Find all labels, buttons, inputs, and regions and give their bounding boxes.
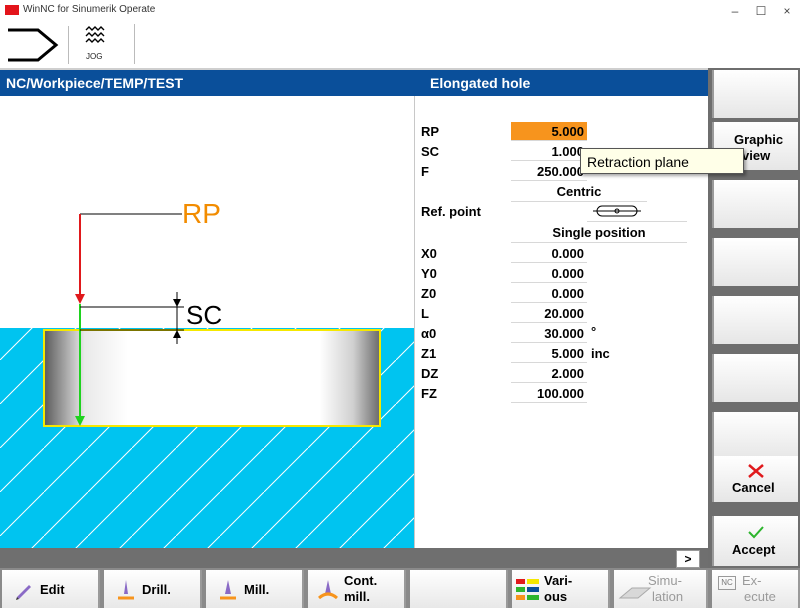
z1-label: Z1 [421,346,437,361]
various-label-2: ous [544,589,568,604]
jog-wave-icon [85,26,105,43]
contour-mill-softkey[interactable]: Cont. mill. [308,570,406,608]
slot-cutout [43,329,381,427]
retraction-plane-tooltip: Retraction plane [580,148,744,174]
contour-mill-label-1: Cont. [344,573,378,588]
execute-softkey[interactable]: NC Ex- ecute [712,570,800,608]
softkey-h5[interactable] [410,570,508,608]
various-icon [516,579,539,600]
softkey-v4[interactable] [712,238,798,286]
drill-softkey[interactable]: Drill. [104,570,202,608]
sc-label: SC [421,144,440,159]
y0-label: Y0 [421,266,437,281]
status-bar [0,548,708,568]
x0-label: X0 [421,246,437,261]
rp-diagram-label: RP [182,198,221,229]
maximize-button[interactable]: ☐ [750,2,772,20]
graphic-view-label-1: Graphic [734,132,784,147]
simulation-softkey[interactable]: Simu- lation [614,570,708,608]
z0-label: Z0 [421,286,437,301]
l-input[interactable]: 20.000 [511,304,587,323]
softkey-v3[interactable] [712,180,798,228]
z1-input[interactable]: 5.000 [511,344,587,363]
rp-input[interactable]: 5.000 [511,122,587,141]
sc-input[interactable]: 1.000 [511,142,587,161]
position-mode-select[interactable]: Single position [511,223,687,243]
jog-mode-button[interactable] [70,24,135,64]
ref-point-label: Ref. point [421,204,481,219]
jog-mode-label: JOG [86,52,103,61]
fz-input[interactable]: 100.000 [511,384,587,403]
x0-input[interactable]: 0.000 [511,244,587,263]
execute-nc-icon: NC [718,576,736,590]
simulation-label-1: Simu- [648,573,682,588]
f-label: F [421,164,429,179]
fz-label: FZ [421,386,437,401]
window-title: WinNC for Sinumerik Operate [23,4,156,15]
cancel-x-icon [748,464,764,478]
program-arrow-icon [8,28,59,62]
mill-softkey[interactable]: Mill. [206,570,304,608]
cycle-title-header: Elongated hole [414,70,708,96]
softkey-v6[interactable] [712,354,798,402]
mill-label: Mill. [244,582,270,597]
execute-label-1: Ex- [742,573,762,588]
accept-check-icon [748,526,764,539]
contour-mill-icon [318,580,338,600]
close-window-button[interactable]: × [776,2,798,20]
simulation-icon [618,587,652,599]
elongated-hole-ref-icon [593,205,641,217]
cancel-label: Cancel [732,480,775,495]
rp-label: RP [421,124,440,139]
drill-label: Drill. [142,582,171,597]
contour-mill-label-2: mill. [344,589,371,604]
mill-icon [220,580,236,600]
edit-pencil-icon [16,585,31,600]
cancel-softkey[interactable]: Cancel [712,456,798,502]
various-label-1: Vari- [544,573,573,588]
sc-diagram-label: SC [186,300,223,330]
alpha0-label: α0 [421,326,437,341]
execute-label-2: ecute [744,589,776,604]
accept-softkey[interactable]: Accept [712,516,798,566]
softkey-v5[interactable] [712,296,798,344]
l-label: L [421,306,429,321]
softkey-v7[interactable] [712,412,798,460]
z1-unit[interactable]: inc [591,346,610,361]
graphic-view-label-2: view [742,148,771,163]
program-path-header: NC/Workpiece/TEMP/TEST [0,70,414,96]
cycle-help-graphic: RP SC [0,96,414,548]
y0-input[interactable]: 0.000 [511,264,587,283]
z0-input[interactable]: 0.000 [511,284,587,303]
app-logo-icon [5,5,19,15]
machining-mode-select[interactable]: Centric [511,182,647,202]
alpha0-unit: ° [591,324,597,339]
simulation-label-2: lation [652,589,684,604]
drill-icon [118,580,134,600]
dz-input[interactable]: 2.000 [511,364,587,383]
softkey-v1[interactable] [712,70,798,118]
more-softkeys-button[interactable]: > [676,550,700,568]
edit-label: Edit [40,582,65,597]
alpha0-input[interactable]: 30.000 [511,324,587,343]
edit-softkey[interactable]: Edit [2,570,100,608]
f-input[interactable]: 250.000 [511,162,587,181]
various-softkey[interactable]: Vari- ous [512,570,610,608]
minimize-button[interactable]: – [724,2,746,20]
accept-label: Accept [732,542,776,557]
dz-label: DZ [421,366,439,381]
program-mode-button[interactable] [4,26,69,64]
ref-point-select[interactable] [587,202,687,222]
